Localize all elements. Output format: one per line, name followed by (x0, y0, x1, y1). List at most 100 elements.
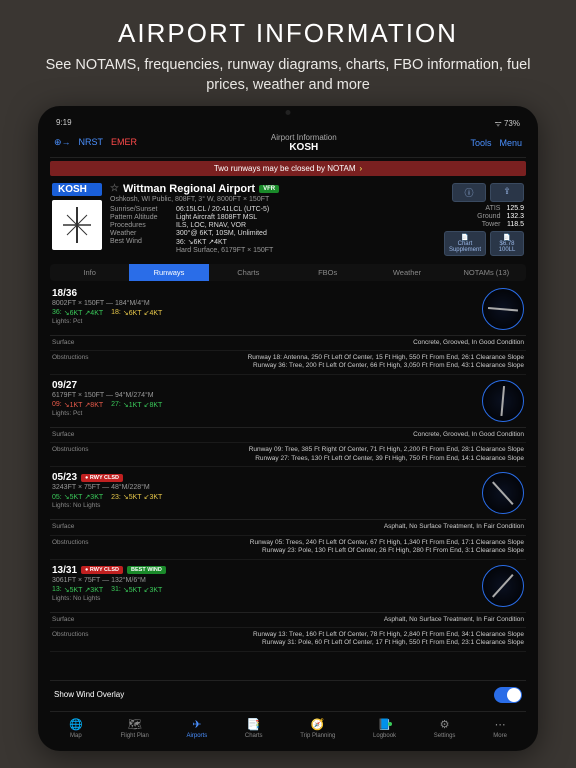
tools-button[interactable]: Tools (470, 138, 491, 148)
runway-id: 13/31 (52, 565, 77, 576)
runway-row[interactable]: 18/36 8002FT × 150FT — 184°M/4°M 36:↘6KT… (50, 283, 526, 336)
nav-icon: ⚙ (438, 718, 452, 732)
nav-label: Trip Planning (300, 733, 335, 739)
tab-notams[interactable]: NOTAMs (13) (447, 264, 526, 281)
runway-row[interactable]: 05/23 ● RWY CLSD 3243FT × 75FT — 48°M/228… (50, 467, 526, 520)
kv-label: Weather (110, 230, 170, 237)
nav-label: Charts (245, 733, 263, 739)
runway-dims: 3243FT × 75FT — 48°M/228°M (52, 484, 474, 491)
freq-value: 125.9 (506, 205, 524, 212)
clock: 9:19 (56, 118, 72, 129)
info-chip[interactable]: ⓘ (452, 183, 486, 202)
surface-row: SurfaceConcrete, Grooved, In Good Condit… (50, 428, 526, 443)
nrst-button[interactable]: NRST (79, 137, 104, 148)
wind-overlay-toggle[interactable] (494, 687, 522, 703)
kv-label: Procedures (110, 222, 170, 229)
status-bar: 9:19 ᯤ 73% (50, 116, 526, 131)
nav-icon: 📘 (378, 718, 392, 732)
screen-subtitle: Airport Information (271, 133, 337, 142)
wind-overlay-row: Show Wind Overlay (50, 680, 526, 709)
runway-list[interactable]: 18/36 8002FT × 150FT — 184°M/4°M 36:↘6KT… (50, 283, 526, 680)
kv-label: Sunrise/Sunset (110, 206, 170, 213)
nav-label: Flight Plan (121, 733, 149, 739)
notam-alert[interactable]: Two runways may be closed by NOTAM (50, 161, 526, 176)
nav-map[interactable]: 🌐Map (69, 718, 83, 739)
nav-icon: 🗺 (128, 718, 142, 732)
tab-charts[interactable]: Charts (209, 264, 288, 281)
kv-label: Pattern Altitude (110, 214, 170, 221)
wind-row: 23:↘5KT↙3KT (111, 493, 162, 501)
airport-diagram-thumb[interactable] (52, 200, 102, 250)
kv-value: ILS, LOC, RNAV, VOR (176, 222, 436, 229)
nav-logbook[interactable]: 📘Logbook (373, 718, 396, 739)
runway-row[interactable]: 13/31 ● RWY CLSD BEST WIND 3061FT × 75FT —… (50, 560, 526, 613)
nav-icon: ⋯ (493, 718, 507, 732)
closed-badge: ● RWY CLSD (81, 566, 123, 574)
freq-label: Ground (477, 213, 500, 220)
nav-flight-plan[interactable]: 🗺Flight Plan (121, 718, 149, 739)
freq-value: 132.3 (506, 213, 524, 220)
status-icons: ᯤ 73% (494, 118, 520, 129)
best-surface: Hard Surface, 6179FT × 150FT (176, 247, 436, 254)
kv-value: 06:15LCL / 20:41LCL (UTC-5) (176, 206, 436, 213)
favorite-star-icon[interactable]: ☆ (110, 183, 119, 194)
bestwind-badge: BEST WIND (127, 566, 166, 574)
nav-icon: 🌐 (69, 718, 83, 732)
runway-lights: Lights: Pct (52, 410, 474, 417)
tab-fbos[interactable]: FBOs (288, 264, 367, 281)
hero-subtitle: See NOTAMS, frequencies, runway diagrams… (30, 55, 546, 96)
surface-row: SurfaceConcrete, Grooved, In Good Condit… (50, 336, 526, 351)
vfr-badge: VFR (259, 185, 279, 193)
airport-header: KOSH ☆ Wittman Regional Airport VFR Oshk… (50, 179, 526, 262)
nav-icon: 🧭 (311, 718, 325, 732)
airport-code-badge: KOSH (52, 183, 102, 196)
share-chip[interactable]: ⇪ (490, 183, 524, 202)
obstructions-row: ObstructionsRunway 18: Antenna, 250 Ft L… (50, 351, 526, 375)
nav-charts[interactable]: 📑Charts (245, 718, 263, 739)
nav-icon: 📑 (247, 718, 261, 732)
runway-id: 18/36 (52, 288, 77, 299)
wind-row: 31:↘5KT↙3KT (111, 586, 162, 594)
runway-id: 05/23 (52, 472, 77, 483)
compass-icon (482, 565, 524, 607)
top-bar: ⊕→ NRST EMER Airport Information KOSH To… (50, 131, 526, 158)
kv-label: Best Wind (110, 238, 170, 246)
obstructions-row: ObstructionsRunway 13: Tree, 160 Ft Left… (50, 628, 526, 652)
nav-trip-planning[interactable]: 🧭Trip Planning (300, 718, 335, 739)
wind-overlay-label: Show Wind Overlay (54, 690, 124, 699)
direct-to-icon[interactable]: ⊕→ (54, 137, 71, 148)
tablet-frame: 9:19 ᯤ 73% ⊕→ NRST EMER Airport Informat… (38, 106, 538, 751)
tab-info[interactable]: Info (50, 264, 129, 281)
nav-more[interactable]: ⋯More (493, 718, 507, 739)
runway-row[interactable]: 09/27 6179FT × 150FT — 94°M/274°M 09:↘1K… (50, 375, 526, 428)
nav-label: Map (70, 733, 82, 739)
tab-runways[interactable]: Runways (129, 264, 208, 281)
info-chip[interactable]: 📄$6.78100LL (490, 231, 524, 256)
runway-lights: Lights: No Lights (52, 502, 474, 509)
menu-button[interactable]: Menu (499, 138, 522, 148)
runway-dims: 8002FT × 150FT — 184°M/4°M (52, 300, 474, 307)
freq-label: ATIS (477, 205, 500, 212)
runway-id: 09/27 (52, 380, 77, 391)
surface-row: SurfaceAsphalt, No Surface Treatment, In… (50, 520, 526, 535)
info-chip[interactable]: 📄ChartSupplement (444, 231, 486, 256)
tab-weather[interactable]: Weather (367, 264, 446, 281)
airport-name: Wittman Regional Airport (123, 183, 255, 195)
wind-row: 36:↘6KT↗4KT (52, 309, 103, 317)
wind-row: 27:↘1KT↙8KT (111, 401, 162, 409)
obstructions-row: ObstructionsRunway 09: Tree, 385 Ft Righ… (50, 443, 526, 467)
surface-row: SurfaceAsphalt, No Surface Treatment, In… (50, 613, 526, 628)
kv-value: 300°@ 6KT, 10SM, Unlimited (176, 230, 436, 237)
nav-icon: ✈ (190, 718, 204, 732)
emer-button[interactable]: EMER (111, 137, 137, 148)
closed-badge: ● RWY CLSD (81, 474, 123, 482)
nav-airports[interactable]: ✈Airports (187, 718, 208, 739)
runway-dims: 6179FT × 150FT — 94°M/274°M (52, 392, 474, 399)
nav-settings[interactable]: ⚙Settings (434, 718, 456, 739)
wind-row: 13:↘5KT↗3KT (52, 586, 103, 594)
bottom-nav: 🌐Map 🗺Flight Plan ✈Airports 📑Charts 🧭Trip Pl… (50, 711, 526, 741)
wind-row: 05:↘5KT↗3KT (52, 493, 103, 501)
runway-dims: 3061FT × 75FT — 132°M/6°M (52, 577, 474, 584)
compass-icon (482, 380, 524, 422)
airport-location: Oshkosh, WI Public, 808FT, 3° W, 8000FT … (110, 196, 436, 203)
